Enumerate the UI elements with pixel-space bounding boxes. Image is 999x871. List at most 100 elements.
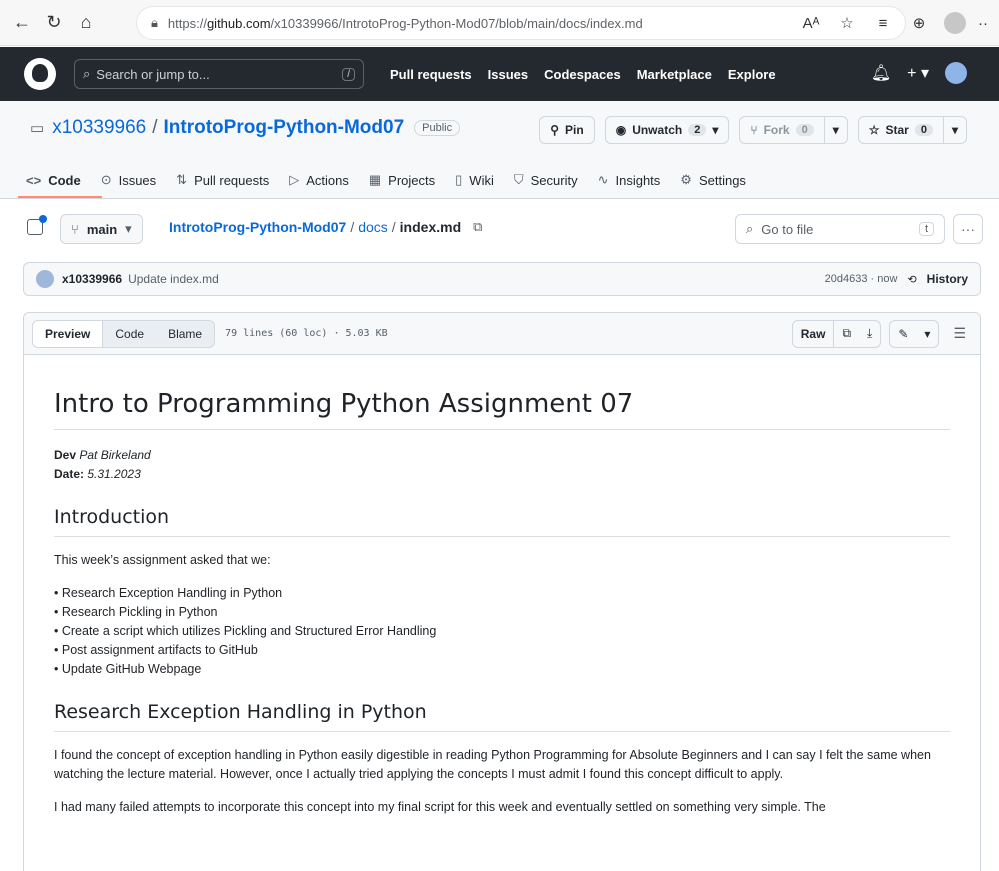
commit-author[interactable]: x10339966 [62,272,122,286]
eye-icon: ◉ [615,123,627,137]
watch-count: 2 [688,124,707,136]
graph-icon: ∿ [597,172,609,187]
chevron-down-icon: ▾ [125,221,132,236]
repo-title: ▭ x10339966 / IntrotoProg-Python-Mod07 P… [30,117,461,139]
list-item: Update GitHub Webpage [54,660,950,679]
book-icon: ▯ [455,172,463,187]
paragraph: I had many failed attempts to incorporat… [54,800,826,814]
nav-issues[interactable]: Issues [488,67,528,82]
table-icon: ▦ [368,172,382,187]
list-item: Post assignment artifacts to GitHub [54,641,950,660]
preview-tab[interactable]: Preview [33,320,104,347]
star-button[interactable]: ☆ Star 0 [857,116,944,144]
sidebar-toggle-icon[interactable] [27,215,47,235]
history-icon: ⟲ [907,273,917,286]
raw-button[interactable]: Raw [793,320,835,347]
collections-icon[interactable]: ⊕ [903,7,935,39]
search-input[interactable]: ⌕ Search or jump to... / [74,59,364,89]
copy-path-icon[interactable]: ⧉ [473,219,482,235]
paragraph: I found the concept of exception handlin… [54,748,931,781]
address-bar[interactable]: 🔒︎ https://github.com/x10339966/IntrotoP… [136,6,906,40]
tab-wiki[interactable]: ▯ Wiki [455,165,494,195]
fork-dropdown-button[interactable]: ▾ [824,116,848,144]
address-url[interactable]: https://github.com/x10339966/IntrotoProg… [168,16,643,31]
issue-icon: ⊙ [100,172,112,187]
fork-icon: ⑂ [750,123,758,137]
commit-sha[interactable]: 20d4633 · now [825,273,898,285]
create-new-button[interactable]: + ▾ [907,63,929,83]
pull-request-icon: ⇅ [176,172,188,187]
lock-icon[interactable]: 🔒︎ [151,15,158,31]
star-dropdown-button[interactable]: ▾ [943,116,967,144]
tab-actions[interactable]: ▷ Actions [289,165,349,195]
breadcrumb-docs[interactable]: docs [358,219,388,235]
search-icon: ⌕ [746,221,754,236]
more-options-button[interactable]: ··· [953,214,983,244]
file-viewer: Preview Code Blame 79 lines (60 loc) · 5… [23,312,981,871]
repo-owner-link[interactable]: x10339966 [52,117,146,139]
breadcrumb: IntrotoProg-Python-Mod07 / docs / index.… [169,219,483,235]
tab-pull-requests[interactable]: ⇅ Pull requests [176,165,269,195]
list-item: Research Pickling in Python [54,603,950,622]
outline-icon[interactable]: ☰ [947,325,972,342]
search-placeholder: Search or jump to... [96,66,210,82]
code-tab[interactable]: Code [103,321,156,347]
star-count: 0 [914,124,933,136]
back-icon[interactable]: ← [6,7,38,39]
tab-insights[interactable]: ∿ Insights [598,165,661,195]
pencil-icon[interactable]: ✎ [890,321,916,347]
branch-icon: ⑂ [71,221,79,237]
chevron-down-icon: ▾ [951,123,958,137]
download-icon[interactable]: ⤓ [859,321,880,347]
section-heading: Research Exception Handling in Python [54,701,950,732]
chevron-down-icon: ▾ [832,123,839,137]
intro-text: This week’s assignment asked that we: [54,553,271,567]
global-nav: Pull requests Issues Codespaces Marketpl… [390,67,776,82]
visibility-badge: Public [414,120,461,136]
avatar[interactable] [36,270,54,288]
fork-button[interactable]: ⑂ Fork 0 [739,116,825,144]
nav-codespaces[interactable]: Codespaces [544,67,621,82]
favorites-icon[interactable]: ≡ [867,7,899,39]
chevron-down-icon[interactable]: ▾ [916,321,938,347]
tab-code[interactable]: <> Code [26,165,81,195]
repo-header: ▭ x10339966 / IntrotoProg-Python-Mod07 P… [0,101,999,199]
more-icon[interactable]: ·· [975,7,991,39]
branch-selector[interactable]: ⑂ main ▾ [60,214,143,244]
home-icon[interactable]: ⌂ [70,7,102,39]
refresh-icon[interactable]: ↻ [38,7,70,39]
blame-tab[interactable]: Blame [156,321,214,347]
nav-pull-requests[interactable]: Pull requests [390,67,472,82]
copy-icon[interactable]: ⧉ [834,321,859,347]
favorites-add-icon[interactable]: ☆ [831,7,863,39]
file-stats: 79 lines (60 loc) · 5.03 KB [225,328,388,339]
tab-settings[interactable]: ⚙ Settings [680,165,746,195]
tab-projects[interactable]: ▦ Projects [369,165,435,195]
go-to-file-input[interactable]: ⌕ Go to file t [735,214,945,244]
tab-issues[interactable]: ⊙ Issues [101,165,156,195]
play-icon: ▷ [289,172,300,187]
nav-marketplace[interactable]: Marketplace [637,67,712,82]
tab-security[interactable]: ⛉ Security [514,165,578,195]
history-link[interactable]: History [927,272,968,286]
notifications-icon[interactable]: 🔔︎ [871,63,891,83]
github-header: ⌕ Search or jump to... / Pull requests I… [0,47,999,101]
profile-icon[interactable] [939,7,971,39]
nav-explore[interactable]: Explore [728,67,776,82]
commit-message[interactable]: Update index.md [128,272,219,286]
star-icon: ☆ [868,123,880,137]
pin-button[interactable]: ⚲ Pin [539,116,595,144]
pin-icon: ⚲ [550,123,560,137]
github-logo-icon[interactable] [24,58,56,90]
repo-name-link[interactable]: IntrotoProg-Python-Mod07 [164,117,405,139]
avatar[interactable] [945,62,967,84]
code-icon: <> [26,172,42,188]
read-aloud-icon[interactable]: Aᴬ [795,7,827,39]
markdown-body: Intro to Programming Python Assignment 0… [24,355,980,817]
unwatch-button[interactable]: ◉ Unwatch 2 ▾ [604,116,730,144]
view-switcher: Preview Code Blame [32,319,216,348]
breadcrumb-file: index.md [399,219,462,235]
file-viewer-header: Preview Code Blame 79 lines (60 loc) · 5… [24,313,980,355]
breadcrumb-repo[interactable]: IntrotoProg-Python-Mod07 [169,219,346,235]
browser-toolbar: ← ↻ ⌂ 🔒︎ https://github.com/x10339966/In… [0,0,999,46]
